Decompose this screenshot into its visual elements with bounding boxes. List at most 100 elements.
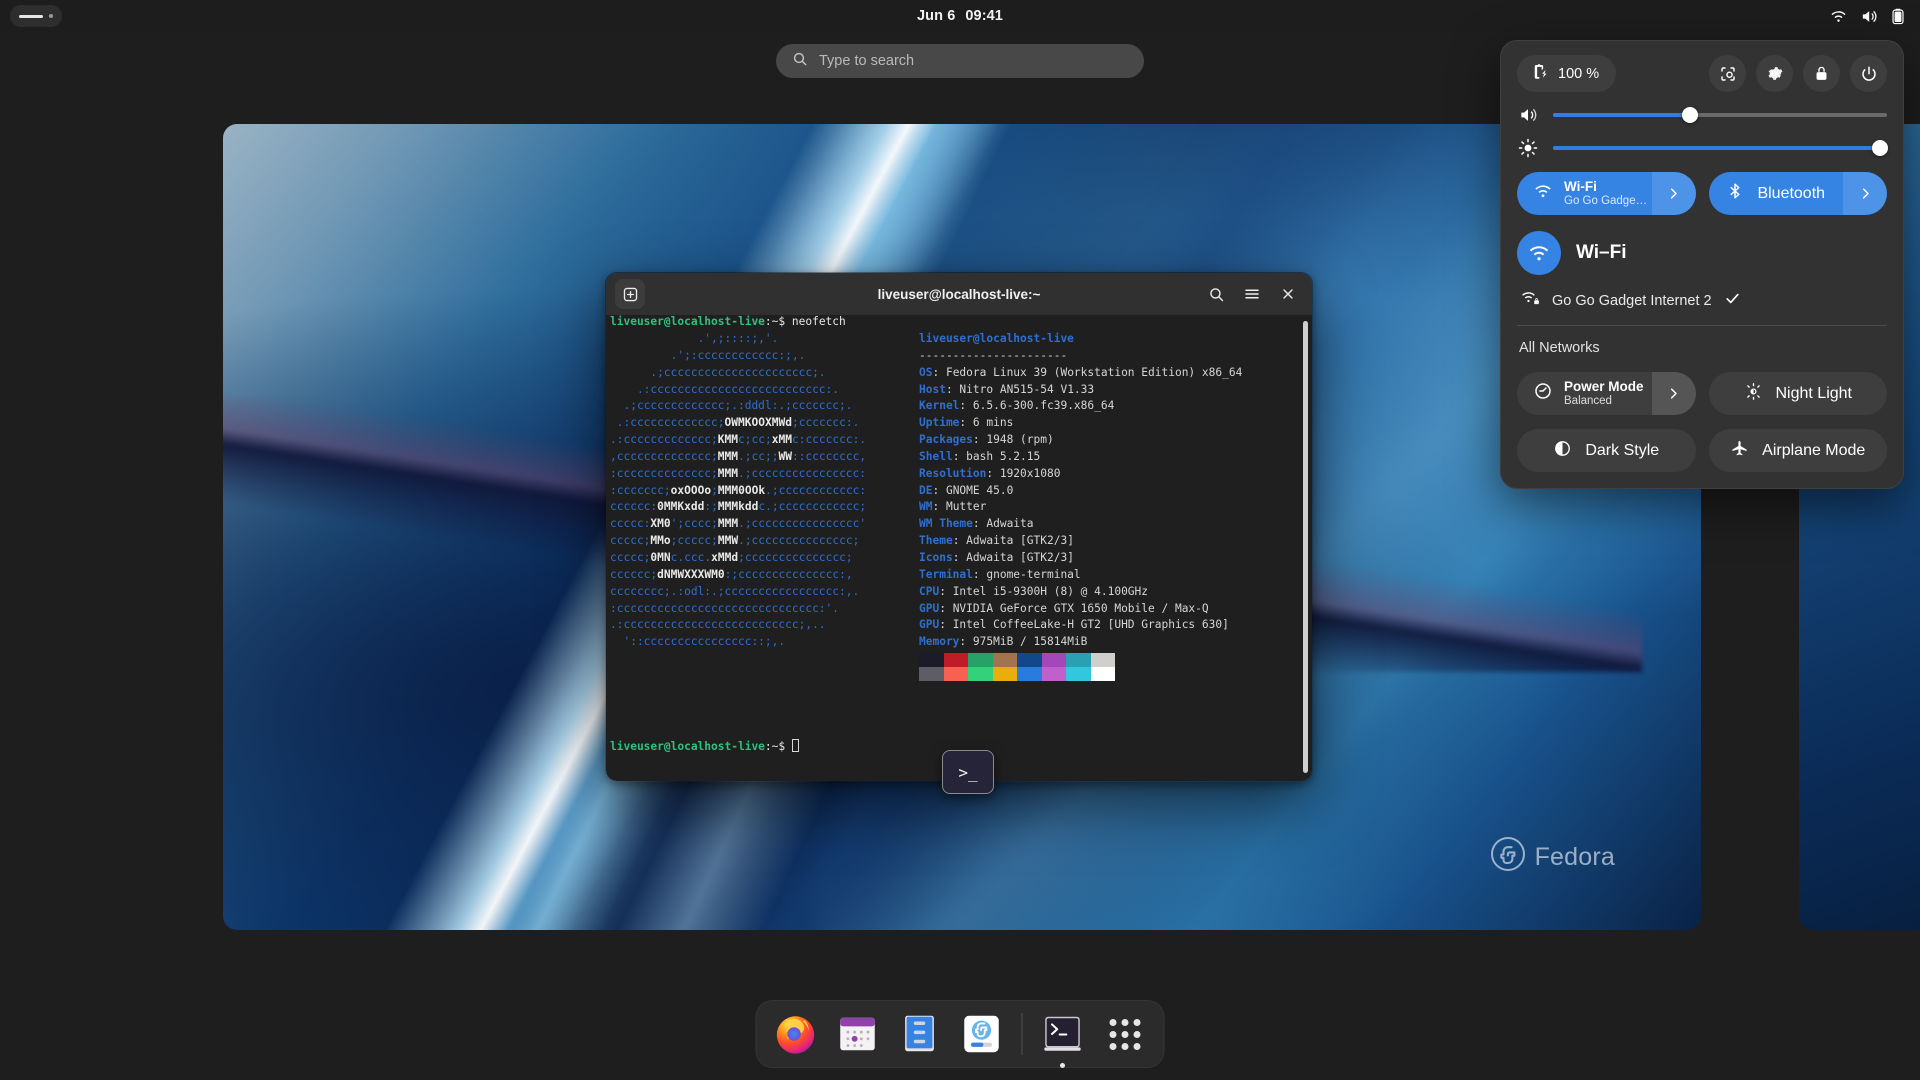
show-applications-button[interactable] xyxy=(1100,1009,1150,1059)
wifi-tile-title: Wi-Fi xyxy=(1564,179,1597,194)
screenshot-button[interactable] xyxy=(1709,55,1746,92)
airplane-mode-tile-main[interactable]: Airplane Mode xyxy=(1709,429,1888,472)
night-light-tile[interactable]: Night Light xyxy=(1708,372,1888,415)
palette-swatch xyxy=(968,653,993,667)
wifi-network-item[interactable]: Go Go Gadget Internet 2 xyxy=(1517,289,1887,312)
fedora-wordmark: Fedora xyxy=(1534,843,1615,871)
battery-icon xyxy=(1890,8,1906,25)
tile-row-power: Power Mode Balanced Night Light xyxy=(1517,372,1887,415)
bluetooth-tile-title: Bluetooth xyxy=(1757,184,1826,202)
workspace-dot-icon xyxy=(49,14,53,18)
airplane-icon xyxy=(1730,439,1749,463)
terminal-prompt-suffix-2: :~$ xyxy=(764,740,792,753)
night-light-icon xyxy=(1744,382,1763,406)
volume-slider-row[interactable] xyxy=(1517,105,1887,125)
terminal-prompt-user-2: liveuser@localhost-live xyxy=(610,740,765,753)
search-icon xyxy=(792,51,808,72)
terminal-body[interactable]: liveuser@localhost-live:~$ neofetch .',;… xyxy=(606,315,1312,781)
power-mode-tile-expand[interactable] xyxy=(1651,372,1696,415)
power-mode-tile-subtitle: Balanced xyxy=(1564,395,1612,407)
new-tab-button[interactable] xyxy=(615,279,645,309)
palette-swatch xyxy=(1090,667,1115,681)
search-placeholder: Type to search xyxy=(819,53,915,69)
grid-dot-icon xyxy=(1109,1042,1116,1050)
dock-firefox[interactable] xyxy=(771,1009,821,1059)
activities-bar-icon xyxy=(19,14,43,18)
battery-percentage-label: 100 % xyxy=(1558,65,1600,82)
clock-date: Jun 6 xyxy=(917,8,956,24)
terminal-prompt-user: liveuser@localhost-live xyxy=(610,315,765,328)
terminal-badge-glyph: >_ xyxy=(958,762,978,782)
settings-button[interactable] xyxy=(1756,55,1793,92)
terminal-command: neofetch xyxy=(791,315,846,328)
terminal-prompt-suffix: :~$ xyxy=(764,315,792,328)
neofetch-ascii-logo: .',;::::;,'. .';:cccccccccccc:;,. .;cccc… xyxy=(610,332,867,649)
palette-swatch xyxy=(1041,653,1066,667)
battery-percentage-button[interactable]: 100 % xyxy=(1517,55,1617,92)
volume-icon xyxy=(1860,8,1877,25)
terminal-window-badge[interactable]: >_ xyxy=(942,750,994,794)
close-button[interactable] xyxy=(1273,279,1303,309)
tile-row-style: Dark Style Airplane Mode xyxy=(1517,429,1887,472)
dock-calendar[interactable] xyxy=(833,1009,883,1059)
palette-swatch xyxy=(1066,653,1091,667)
grid-dot-icon xyxy=(1121,1030,1128,1038)
wifi-tile-subtitle: Go Go Gadge… xyxy=(1564,195,1648,207)
power-mode-tile[interactable]: Power Mode Balanced xyxy=(1517,372,1696,415)
palette-swatch xyxy=(968,667,993,681)
dark-style-tile-main[interactable]: Dark Style xyxy=(1517,429,1696,472)
power-button[interactable] xyxy=(1850,55,1887,92)
power-mode-tile-main[interactable]: Power Mode Balanced xyxy=(1517,372,1652,415)
airplane-mode-tile[interactable]: Airplane Mode xyxy=(1708,429,1888,472)
dock[interactable] xyxy=(755,1000,1165,1068)
grid-dot-icon xyxy=(1121,1018,1128,1026)
wifi-locked-icon xyxy=(1520,289,1540,312)
all-networks-button[interactable]: All Networks xyxy=(1517,326,1887,358)
terminal-titlebar[interactable]: liveuser@localhost-live:~ xyxy=(606,273,1312,315)
clock-time: 09:41 xyxy=(965,8,1003,24)
night-light-tile-title: Night Light xyxy=(1775,384,1853,402)
grid-dot-icon xyxy=(1109,1018,1116,1026)
lock-button[interactable] xyxy=(1803,55,1840,92)
dark-style-tile[interactable]: Dark Style xyxy=(1517,429,1696,472)
quick-settings-panel[interactable]: 100 % Wi-Fi Go Go Gadge… Bluetooth Wi–Fi… xyxy=(1500,40,1904,489)
palette-swatch xyxy=(992,667,1017,681)
volume-slider[interactable] xyxy=(1553,107,1887,123)
wifi-icon xyxy=(1830,8,1847,25)
activities-pill[interactable] xyxy=(10,5,62,27)
hamburger-menu-button[interactable] xyxy=(1237,279,1267,309)
wifi-icon xyxy=(1533,181,1553,206)
palette-swatch xyxy=(1017,653,1042,667)
wifi-tile-main[interactable]: Wi-Fi Go Go Gadge… xyxy=(1517,172,1652,215)
dock-files[interactable] xyxy=(895,1009,945,1059)
terminal-cursor xyxy=(791,739,799,752)
grid-dot-icon xyxy=(1109,1030,1116,1038)
terminal-search-button[interactable] xyxy=(1201,279,1231,309)
brightness-slider[interactable] xyxy=(1553,140,1889,156)
check-icon xyxy=(1724,290,1741,312)
bluetooth-tile[interactable]: Bluetooth xyxy=(1708,172,1887,215)
fedora-logo-icon xyxy=(1490,837,1525,878)
palette-swatch xyxy=(1066,667,1091,681)
wifi-expanded-section: Wi–Fi Go Go Gadget Internet 2 All Networ… xyxy=(1517,231,1887,358)
night-light-tile-main[interactable]: Night Light xyxy=(1709,372,1888,415)
grid-dot-icon xyxy=(1133,1042,1140,1050)
terminal-active-prompt: liveuser@localhost-live:~$ xyxy=(610,739,799,756)
clock-button[interactable]: Jun 6 09:41 xyxy=(917,0,1003,32)
wifi-tile-expand[interactable] xyxy=(1651,172,1696,215)
search-input[interactable]: Type to search xyxy=(776,44,1144,78)
terminal-window[interactable]: liveuser@localhost-live:~ liveuser@local… xyxy=(605,272,1313,782)
brightness-slider-row[interactable] xyxy=(1517,138,1889,158)
dock-software[interactable] xyxy=(957,1009,1007,1059)
quick-settings-header: 100 % xyxy=(1517,55,1887,92)
dock-separator xyxy=(1021,1013,1023,1055)
top-bar: Jun 6 09:41 xyxy=(0,0,1920,32)
bluetooth-tile-expand[interactable] xyxy=(1843,172,1887,215)
grid-dot-icon xyxy=(1133,1018,1140,1026)
grid-dot-icon xyxy=(1133,1030,1140,1038)
dock-terminal[interactable] xyxy=(1038,1009,1088,1068)
wifi-tile[interactable]: Wi-Fi Go Go Gadge… xyxy=(1517,172,1696,215)
terminal-scrollbar[interactable] xyxy=(1302,321,1309,773)
status-area[interactable] xyxy=(1830,0,1906,32)
bluetooth-tile-main[interactable]: Bluetooth xyxy=(1709,172,1844,215)
